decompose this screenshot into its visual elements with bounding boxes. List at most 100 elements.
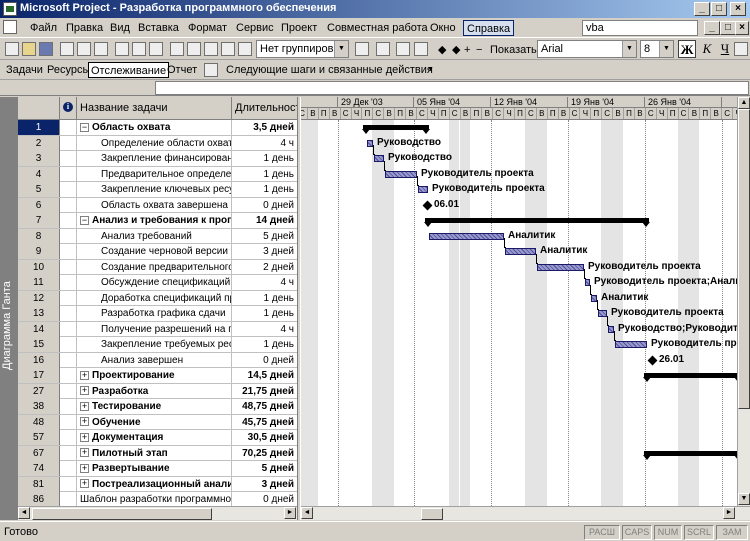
- row-id[interactable]: 1: [18, 120, 60, 135]
- task-name-cell[interactable]: − Область охвата: [77, 120, 232, 135]
- bold-button[interactable]: Ж: [678, 40, 696, 58]
- help-icon[interactable]: [376, 42, 390, 56]
- row-id[interactable]: 3: [18, 151, 60, 166]
- timescale-day[interactable]: В: [481, 108, 492, 119]
- timescale-day[interactable]: В: [405, 108, 416, 119]
- task-bar[interactable]: [385, 170, 417, 178]
- task-bar[interactable]: [429, 232, 504, 240]
- task-name-cell[interactable]: Область охвата завершена: [77, 197, 232, 213]
- table-row[interactable]: 10 Создание предварительного бюджета2 дне…: [18, 259, 297, 275]
- duration-cell[interactable]: 48,75 дней: [232, 399, 297, 414]
- table-row[interactable]: 15 Закрепление требуемых ресурсов1 день: [18, 337, 297, 353]
- timescale-day[interactable]: П: [666, 108, 678, 119]
- task-name-column-header[interactable]: Название задачи: [77, 97, 232, 119]
- table-row[interactable]: 1− Область охвата 3,5 дней: [18, 120, 297, 136]
- spelling-icon[interactable]: [94, 42, 108, 56]
- menu-format[interactable]: Формат: [185, 20, 230, 36]
- timescale-day[interactable]: П: [546, 108, 558, 119]
- duration-cell[interactable]: 14 дней: [232, 213, 297, 228]
- table-row[interactable]: 16 Анализ завершен 0 дней: [18, 352, 297, 368]
- app-icon[interactable]: [3, 2, 17, 16]
- row-id[interactable]: 6: [18, 197, 60, 213]
- timescale-day[interactable]: С: [677, 108, 689, 119]
- scroll-down-arrow[interactable]: ▼: [738, 493, 750, 505]
- timescale-day[interactable]: С: [415, 108, 427, 119]
- row-id[interactable]: 8: [18, 228, 60, 244]
- duration-cell[interactable]: 5 дней: [232, 461, 297, 476]
- summary-bar[interactable]: [643, 450, 737, 460]
- doc-restore-button[interactable]: □: [720, 21, 736, 35]
- row-id[interactable]: 13: [18, 306, 60, 321]
- timescale-day[interactable]: С: [339, 108, 351, 119]
- table-row[interactable]: 27 + Разработка 21,75 дней: [18, 383, 297, 399]
- timescale-day[interactable]: П: [437, 108, 449, 119]
- table-row[interactable]: 38 + Тестирование 48,75 дней: [18, 399, 297, 415]
- task-name-cell[interactable]: + Постреализационный анализ: [77, 476, 232, 492]
- row-id[interactable]: 9: [18, 244, 60, 259]
- task-name-cell[interactable]: + Тестирование: [77, 399, 232, 414]
- select-all-corner[interactable]: [18, 97, 60, 119]
- open-icon[interactable]: [22, 42, 36, 56]
- vertical-scroll-thumb[interactable]: [738, 109, 750, 409]
- duration-cell[interactable]: 21,75 дней: [232, 384, 297, 399]
- table-row[interactable]: 2 Определение области охвата 4 ч: [18, 135, 297, 151]
- help-search-input[interactable]: vba: [582, 20, 698, 36]
- duration-cell[interactable]: 3 дней: [232, 244, 297, 259]
- expand-icon[interactable]: +: [80, 386, 89, 396]
- timescale-day[interactable]: С: [524, 108, 536, 119]
- row-id[interactable]: 2: [18, 135, 60, 151]
- row-id[interactable]: 16: [18, 352, 60, 368]
- table-row[interactable]: 67 + Пилотный этап 70,25 дней: [18, 445, 297, 461]
- row-id[interactable]: 38: [18, 399, 60, 414]
- duration-column-header[interactable]: Длительность: [232, 97, 297, 119]
- task-name-cell[interactable]: Анализ требований: [77, 228, 232, 244]
- duration-cell[interactable]: 4 ч: [232, 322, 297, 337]
- timescale-day[interactable]: С: [372, 108, 383, 119]
- timescale-day[interactable]: В: [535, 108, 547, 119]
- scroll-up-arrow[interactable]: ▲: [738, 97, 750, 109]
- timescale-day[interactable]: В: [306, 108, 318, 119]
- menu-collaborate[interactable]: Совместная работа: [324, 20, 431, 36]
- font-combo[interactable]: Arial: [537, 40, 637, 58]
- guide-report[interactable]: Отчет: [165, 62, 199, 78]
- timescale-day[interactable]: П: [699, 108, 710, 119]
- table-row[interactable]: 6 Область охвата завершена 0 дней: [18, 197, 297, 213]
- task-bar[interactable]: [537, 263, 584, 271]
- underline-button[interactable]: Ч: [716, 40, 734, 58]
- close-button[interactable]: ×: [730, 2, 746, 16]
- expand-icon[interactable]: +: [80, 448, 89, 458]
- summary-bar[interactable]: [362, 125, 430, 134]
- timescale-week[interactable]: 19 Янв '04: [567, 97, 644, 108]
- table-row[interactable]: 11 Обсуждение спецификаций программы4 ч: [18, 275, 297, 291]
- unlink-icon[interactable]: [204, 42, 218, 56]
- row-id[interactable]: 14: [18, 321, 60, 337]
- menu-tools[interactable]: Сервис: [233, 20, 277, 36]
- duration-cell[interactable]: 14,5 дней: [232, 368, 297, 383]
- guide-toggle-icon[interactable]: [204, 63, 218, 77]
- minimize-button[interactable]: _: [694, 2, 710, 16]
- maximize-button[interactable]: □: [711, 2, 727, 16]
- duration-cell[interactable]: 0 дней: [232, 198, 297, 213]
- timescale-day[interactable]: Ч: [579, 108, 590, 119]
- row-id[interactable]: 86: [18, 492, 60, 506]
- sheet-scroll-left-arrow[interactable]: ◄: [18, 507, 30, 519]
- summary-bar[interactable]: [424, 218, 650, 227]
- duration-cell[interactable]: 1 день: [232, 182, 297, 197]
- undo-icon[interactable]: [170, 42, 184, 56]
- copy-icon[interactable]: [132, 42, 146, 56]
- timescale-day[interactable]: В: [557, 108, 569, 119]
- duration-cell[interactable]: 1 день: [232, 337, 297, 352]
- timescale-day[interactable]: Ч: [426, 108, 438, 119]
- menu-file[interactable]: Файл: [27, 20, 60, 36]
- outdent-icon[interactable]: −: [474, 42, 484, 58]
- timescale-day[interactable]: В: [633, 108, 645, 119]
- task-name-cell[interactable]: + Проектирование: [77, 368, 232, 383]
- timescale-day[interactable]: П: [514, 108, 525, 119]
- task-name-cell[interactable]: Закрепление требуемых ресурсов: [77, 337, 232, 352]
- duration-cell[interactable]: 45,75 дней: [232, 415, 297, 430]
- vertical-scrollbar[interactable]: ▲ ▼: [737, 97, 750, 506]
- row-id[interactable]: 15: [18, 337, 60, 352]
- duration-cell[interactable]: 2 дней: [232, 260, 297, 275]
- row-id[interactable]: 12: [18, 290, 60, 306]
- paste-icon[interactable]: [149, 42, 163, 56]
